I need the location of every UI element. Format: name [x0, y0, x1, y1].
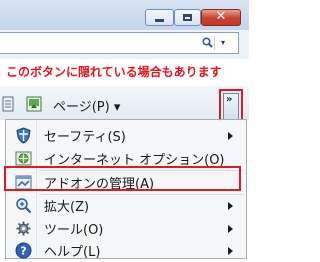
menu-item-label: ツール(O) [44, 223, 104, 238]
svg-text:?: ? [20, 245, 26, 258]
menu-item-safety[interactable]: セーフティ(S) [6, 125, 246, 147]
menu-item-label: 拡大(Z) [44, 200, 90, 215]
minimize-button[interactable] [145, 9, 174, 26]
feed-icon[interactable] [26, 96, 42, 112]
annotation-text: このボタンに隠れている場合もあります [6, 65, 222, 79]
submenu-arrow-icon [228, 132, 233, 140]
print-icon[interactable] [2, 96, 14, 112]
chevron-icon: » [226, 94, 233, 105]
maximize-button[interactable] [174, 9, 201, 26]
menu-item-help[interactable]: ? ヘルプ(L) [6, 240, 246, 262]
minimize-icon [155, 19, 164, 22]
command-bar: ページ(P) ▾ [0, 86, 249, 120]
addons-highlight-frame [4, 166, 241, 191]
menu-item-label: ヘルプ(L) [44, 245, 101, 260]
chevron-button[interactable]: » [223, 93, 239, 120]
close-button[interactable]: ✕ [201, 9, 241, 26]
address-input[interactable]: ▾ [0, 32, 239, 54]
close-icon: ✕ [215, 9, 227, 24]
menu-item-tools[interactable]: ツール(O) [6, 218, 246, 240]
internet-options-icon [15, 151, 32, 166]
submenu-arrow-icon [228, 225, 233, 233]
maximize-icon [183, 14, 192, 21]
title-bar: ✕ [0, 0, 249, 30]
zoom-icon [16, 198, 32, 214]
menu-item-zoom[interactable]: 拡大(Z) [6, 195, 246, 217]
address-dropdown-icon[interactable]: ▾ [221, 38, 225, 47]
tools-icon [16, 221, 31, 236]
address-separator [214, 36, 215, 50]
submenu-arrow-icon [228, 202, 233, 210]
address-bar: ▾ [0, 30, 249, 59]
help-icon: ? [15, 242, 32, 259]
shield-icon [16, 127, 31, 144]
menu-item-label: セーフティ(S) [44, 130, 126, 145]
page-menu-button[interactable]: ページ(P) ▾ [53, 96, 120, 115]
submenu-arrow-icon [228, 247, 233, 255]
search-icon[interactable] [202, 37, 213, 48]
